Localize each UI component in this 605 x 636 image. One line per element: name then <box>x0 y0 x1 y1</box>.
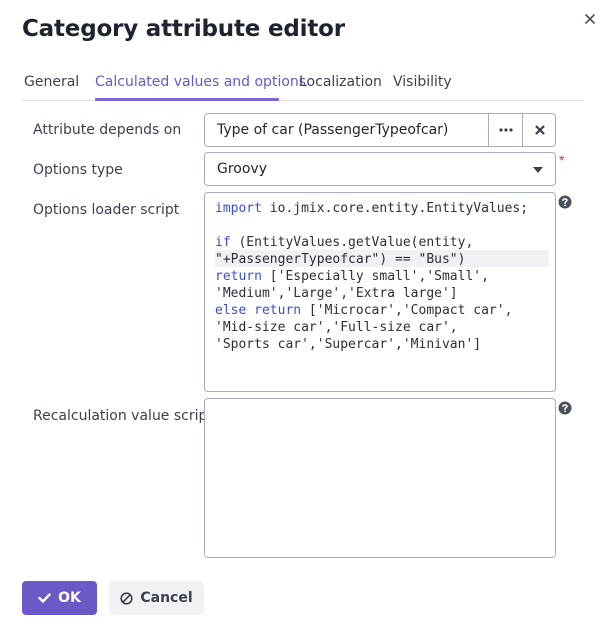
depends-on-picker[interactable]: Type of car (PassengerTypeofcar) <box>204 113 556 147</box>
more-icon <box>498 128 513 132</box>
cancel-button[interactable]: Cancel <box>109 581 204 615</box>
close-button[interactable] <box>579 8 601 30</box>
active-tab-indicator <box>95 98 279 101</box>
code-line: 'Mid-size car','Full-size car', <box>215 320 458 335</box>
tab-general[interactable]: General <box>24 74 79 90</box>
recalculation-label: Recalculation value script <box>33 408 213 424</box>
tab-bar: General Calculated values and options Lo… <box>22 60 584 101</box>
options-loader-label: Options loader script <box>33 202 180 218</box>
options-type-label: Options type <box>33 162 123 178</box>
required-indicator: * <box>559 152 565 168</box>
clear-button[interactable] <box>522 114 556 146</box>
tab-localization[interactable]: Localization <box>299 74 382 90</box>
options-loader-editor[interactable]: import io.jmix.core.entity.EntityValues;… <box>204 192 556 392</box>
code-line: return ['Especially small','Small', <box>215 269 489 284</box>
tab-visibility[interactable]: Visibility <box>393 74 452 90</box>
code-line: if (EntityValues.getValue(entity, <box>215 235 474 250</box>
ok-button[interactable]: OK <box>22 581 97 615</box>
ban-icon <box>120 591 133 605</box>
help-icon[interactable] <box>558 195 572 209</box>
close-icon <box>585 14 595 24</box>
code-line: "+PassengerTypeofcar") == "Bus") <box>215 252 466 267</box>
options-type-value: Groovy <box>217 161 267 177</box>
tab-calculated-values[interactable]: Calculated values and options <box>95 74 306 90</box>
code-line: 'Medium','Large','Extra large'] <box>215 286 458 301</box>
code-line: else return ['Microcar','Compact car', <box>215 303 513 318</box>
help-icon[interactable] <box>558 401 572 415</box>
check-icon <box>38 593 51 603</box>
clear-icon <box>534 125 545 135</box>
ok-label: OK <box>58 590 81 606</box>
depends-on-value: Type of car (PassengerTypeofcar) <box>217 122 449 138</box>
chevron-down-icon <box>533 167 543 173</box>
recalculation-editor[interactable] <box>204 398 556 558</box>
dialog-title: Category attribute editor <box>22 16 345 42</box>
depends-on-label: Attribute depends on <box>33 122 182 138</box>
code-line: import io.jmix.core.entity.EntityValues; <box>215 201 529 216</box>
code-line: 'Sports car','Supercar','Minivan'] <box>215 337 482 352</box>
cancel-label: Cancel <box>140 590 193 606</box>
options-type-select[interactable]: Groovy <box>204 152 556 186</box>
lookup-button[interactable] <box>488 114 522 146</box>
